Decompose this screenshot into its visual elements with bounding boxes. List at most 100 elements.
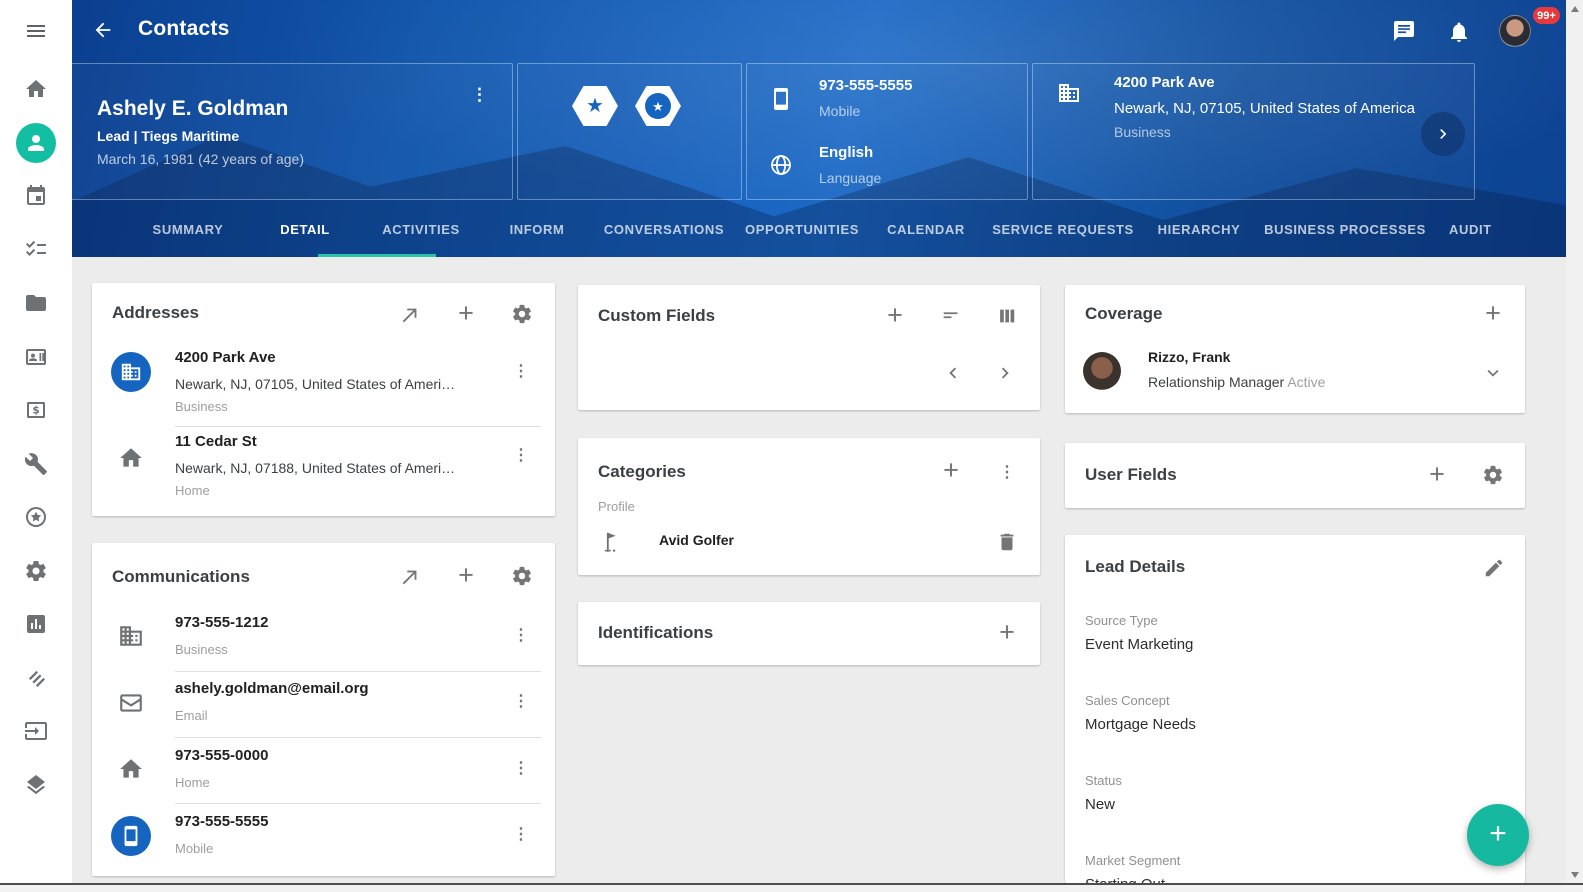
person-icon	[24, 131, 48, 155]
business-phone-icon	[118, 623, 144, 649]
tab-opportunities[interactable]: OPPORTUNITIES	[745, 222, 859, 237]
vertical-scrollbar[interactable]	[1566, 0, 1583, 883]
tab-calendar[interactable]: CALENDAR	[887, 222, 965, 237]
categories-add-icon[interactable]: +	[939, 459, 963, 483]
badges-card: ★ ★	[517, 63, 742, 200]
tasks-checklist-icon[interactable]	[24, 237, 48, 261]
coverage-member-role: Relationship Manager Active	[1148, 374, 1325, 390]
coverage-card: Coverage + Rizzo, Frank Relationship Man…	[1065, 285, 1525, 413]
addresses-add-icon[interactable]: +	[454, 302, 478, 326]
sign-in-icon[interactable]	[24, 719, 48, 743]
lead-details-edit-pencil-icon[interactable]	[1482, 556, 1506, 580]
analytics-chart-icon[interactable]	[24, 612, 48, 636]
communications-open-icon[interactable]	[398, 565, 422, 589]
banner-next-chevron-icon[interactable]	[1421, 112, 1465, 156]
contacts-nav-icon-active[interactable]	[16, 123, 56, 163]
language-label: Language	[819, 170, 881, 186]
coverage-expand-chevron-icon[interactable]	[1481, 361, 1505, 385]
hamburger-menu-icon[interactable]	[24, 19, 48, 43]
divider	[175, 803, 541, 804]
address-line1: 4200 Park Ave	[1114, 74, 1215, 91]
coverage-add-icon[interactable]: +	[1481, 302, 1505, 326]
tab-service-requests[interactable]: SERVICE REQUESTS	[992, 222, 1134, 237]
tab-business-processes[interactable]: BUSINESS PROCESSES	[1264, 222, 1426, 237]
contact-type-company: Lead | Tiegs Maritime	[97, 128, 239, 144]
layers-icon[interactable]	[24, 773, 48, 797]
custom-fields-add-icon[interactable]: +	[883, 304, 907, 328]
notifications-bell-icon[interactable]	[1447, 20, 1471, 44]
category-delete-trash-icon[interactable]	[995, 530, 1019, 554]
categories-menu-icon[interactable]: ⋮	[999, 462, 1015, 482]
communication-row-menu-icon[interactable]: ⋮	[513, 625, 529, 645]
calendar-icon[interactable]	[24, 184, 48, 208]
communication-type: Business	[175, 642, 228, 657]
tab-hierarchy[interactable]: HIERARCHY	[1158, 222, 1241, 237]
custom-fields-prev-chevron-icon[interactable]	[941, 361, 965, 385]
communications-title: Communications	[112, 567, 250, 587]
address-row-menu-icon[interactable]: ⋮	[513, 445, 529, 465]
communication-row-menu-icon[interactable]: ⋮	[513, 824, 529, 844]
communication-type: Email	[175, 708, 208, 723]
tab-inform[interactable]: INFORM	[510, 222, 565, 237]
tab-audit[interactable]: AUDIT	[1449, 222, 1495, 237]
address-type: Business	[175, 399, 228, 414]
star-circle-icon[interactable]	[24, 505, 48, 529]
communication-row-menu-icon[interactable]: ⋮	[513, 691, 529, 711]
address-row-menu-icon[interactable]: ⋮	[513, 361, 529, 381]
contact-card-icon[interactable]	[24, 345, 48, 369]
business-address-icon	[111, 352, 151, 392]
left-nav-rail	[0, 0, 72, 883]
tab-detail[interactable]: DETAIL	[280, 222, 330, 237]
lead-details-card: Lead Details Source Type Event Marketing…	[1065, 535, 1525, 883]
addresses-open-icon[interactable]	[398, 303, 422, 327]
communication-value: 973-555-0000	[175, 747, 268, 764]
address-line2: Newark, NJ, 07188, United States of Amer…	[175, 460, 455, 476]
custom-fields-next-chevron-icon[interactable]	[993, 361, 1017, 385]
communication-type: Mobile	[175, 841, 213, 856]
plus-icon: +	[1489, 819, 1507, 849]
communication-row-menu-icon[interactable]: ⋮	[513, 758, 529, 778]
custom-fields-sort-icon[interactable]	[939, 304, 963, 328]
folder-icon[interactable]	[24, 291, 48, 315]
categories-group-label: Profile	[598, 499, 635, 514]
money-icon[interactable]	[24, 398, 48, 422]
language-value: English	[819, 144, 873, 161]
communication-value: 973-555-5555	[175, 813, 268, 830]
settings-gear-icon[interactable]	[24, 559, 48, 583]
lead-field-label: Sales Concept	[1085, 693, 1170, 708]
address-type-label: Business	[1114, 124, 1171, 140]
tab-conversations[interactable]: CONVERSATIONS	[604, 222, 724, 237]
coverage-member-status: Active	[1287, 374, 1325, 390]
communications-settings-icon[interactable]	[510, 564, 534, 588]
user-fields-add-icon[interactable]: +	[1425, 463, 1449, 487]
add-fab-button[interactable]: +	[1467, 804, 1529, 866]
building-icon	[1057, 81, 1081, 105]
partners-icon[interactable]	[24, 666, 48, 690]
contact-summary-card: Ashely E. Goldman Lead | Tiegs Maritime …	[11, 63, 513, 200]
home-icon[interactable]	[24, 77, 48, 101]
back-arrow-icon[interactable]	[92, 19, 114, 41]
user-avatar[interactable]	[1499, 15, 1531, 47]
hexagon-circled-star-badge-icon[interactable]: ★	[635, 86, 681, 126]
lead-field-value: New	[1085, 796, 1115, 813]
page-title: Contacts	[138, 17, 229, 41]
contact-tab-bar: SUMMARY DETAIL ACTIVITIES INFORM CONVERS…	[72, 205, 1566, 257]
contact-overflow-menu-icon[interactable]: ⋮	[471, 86, 488, 103]
communications-add-icon[interactable]: +	[454, 564, 478, 588]
addresses-settings-icon[interactable]	[510, 302, 534, 326]
scroll-up-arrow-icon[interactable]	[1566, 0, 1583, 17]
custom-fields-title: Custom Fields	[598, 306, 715, 326]
primary-address-card: 4200 Park Ave Newark, NJ, 07105, United …	[1032, 63, 1475, 200]
hexagon-star-badge-icon[interactable]: ★	[572, 86, 618, 126]
category-label: Avid Golfer	[659, 532, 734, 548]
user-fields-settings-icon[interactable]	[1481, 463, 1505, 487]
wrench-icon[interactable]	[24, 452, 48, 476]
identifications-add-icon[interactable]: +	[995, 621, 1019, 645]
tab-activities[interactable]: ACTIVITIES	[382, 222, 460, 237]
custom-fields-columns-icon[interactable]	[995, 304, 1019, 328]
scroll-down-arrow-icon[interactable]	[1566, 866, 1583, 883]
coverage-title: Coverage	[1085, 304, 1162, 324]
lead-details-title: Lead Details	[1085, 557, 1185, 577]
chat-icon[interactable]	[1392, 19, 1416, 43]
tab-summary[interactable]: SUMMARY	[153, 222, 224, 237]
